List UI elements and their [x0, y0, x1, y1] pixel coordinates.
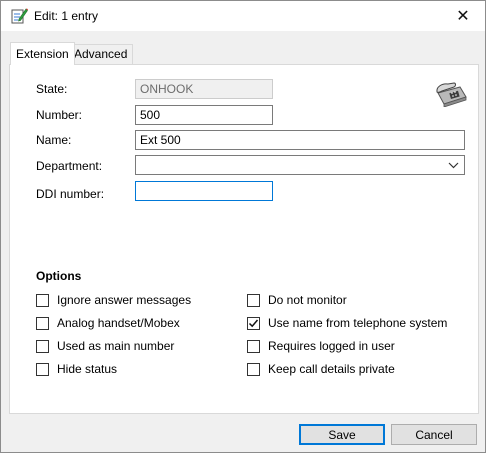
hide-status-checkbox[interactable]: Hide status: [36, 362, 117, 376]
checkbox-box[interactable]: [247, 362, 260, 376]
number-label: Number:: [36, 108, 82, 122]
checkmark-icon: [248, 319, 259, 327]
state-value: ONHOOK: [140, 82, 194, 96]
edit-document-icon: [11, 8, 28, 24]
checkbox-label: Analog handset/Mobex: [57, 316, 180, 330]
number-input[interactable]: 500: [135, 105, 273, 125]
used-as-main-number-checkbox[interactable]: Used as main number: [36, 339, 174, 353]
cancel-button-label: Cancel: [415, 427, 453, 442]
options-heading: Options: [36, 269, 82, 283]
checkbox-box[interactable]: [36, 293, 49, 307]
ddi-input[interactable]: [135, 181, 273, 201]
checkbox-box[interactable]: [36, 362, 49, 376]
tab-extension-label: Extension: [16, 47, 69, 61]
checkbox-label: Do not monitor: [268, 293, 347, 307]
keep-call-details-private-checkbox[interactable]: Keep call details private: [247, 362, 395, 376]
edit-entry-dialog: Edit: 1 entry ✕ Extension Advanced State…: [0, 0, 486, 453]
save-button-label: Save: [328, 427, 356, 442]
use-name-from-telephone-system-checkbox[interactable]: Use name from telephone system: [247, 316, 447, 330]
department-select[interactable]: [135, 155, 465, 175]
extension-panel: State: ONHOOK Number: 500 Name: Ext 500 …: [9, 64, 479, 414]
window-title: Edit: 1 entry: [34, 9, 99, 23]
title-bar: Edit: 1 entry ✕: [1, 1, 485, 31]
chevron-down-icon: [448, 162, 459, 169]
checkbox-box[interactable]: [36, 339, 49, 353]
checkbox-label: Use name from telephone system: [268, 316, 448, 330]
cancel-button[interactable]: Cancel: [391, 424, 477, 445]
checkbox-label: Ignore answer messages: [57, 293, 192, 307]
department-label: Department:: [36, 159, 103, 173]
tab-advanced[interactable]: Advanced: [68, 44, 134, 64]
checkbox-box[interactable]: [247, 339, 260, 353]
analog-handset-checkbox[interactable]: Analog handset/Mobex: [36, 316, 180, 330]
ignore-answer-messages-checkbox[interactable]: Ignore answer messages: [36, 293, 191, 307]
name-input[interactable]: Ext 500: [135, 130, 465, 150]
tab-advanced-label: Advanced: [74, 47, 128, 61]
telephone-icon: [436, 82, 467, 107]
name-value: Ext 500: [140, 133, 181, 147]
checkbox-label: Requires logged in user: [268, 339, 395, 353]
tab-extension[interactable]: Extension: [10, 42, 75, 65]
checkbox-box[interactable]: [247, 293, 260, 307]
close-icon: ✕: [456, 8, 470, 25]
save-button[interactable]: Save: [299, 424, 385, 445]
checkbox-label: Used as main number: [57, 339, 175, 353]
close-button[interactable]: ✕: [441, 1, 485, 31]
requires-logged-in-user-checkbox[interactable]: Requires logged in user: [247, 339, 395, 353]
name-label: Name:: [36, 133, 72, 147]
checkbox-label: Keep call details private: [268, 362, 395, 376]
checkbox-box[interactable]: [36, 316, 49, 330]
number-value: 500: [140, 108, 161, 122]
number-label-text: Number:: [36, 108, 83, 122]
checkbox-label: Hide status: [57, 362, 118, 376]
state-label: State:: [36, 82, 68, 96]
state-field: ONHOOK: [135, 79, 273, 99]
checkbox-box[interactable]: [247, 316, 260, 330]
do-not-monitor-checkbox[interactable]: Do not monitor: [247, 293, 347, 307]
ddi-label: DDI number:: [36, 187, 105, 201]
